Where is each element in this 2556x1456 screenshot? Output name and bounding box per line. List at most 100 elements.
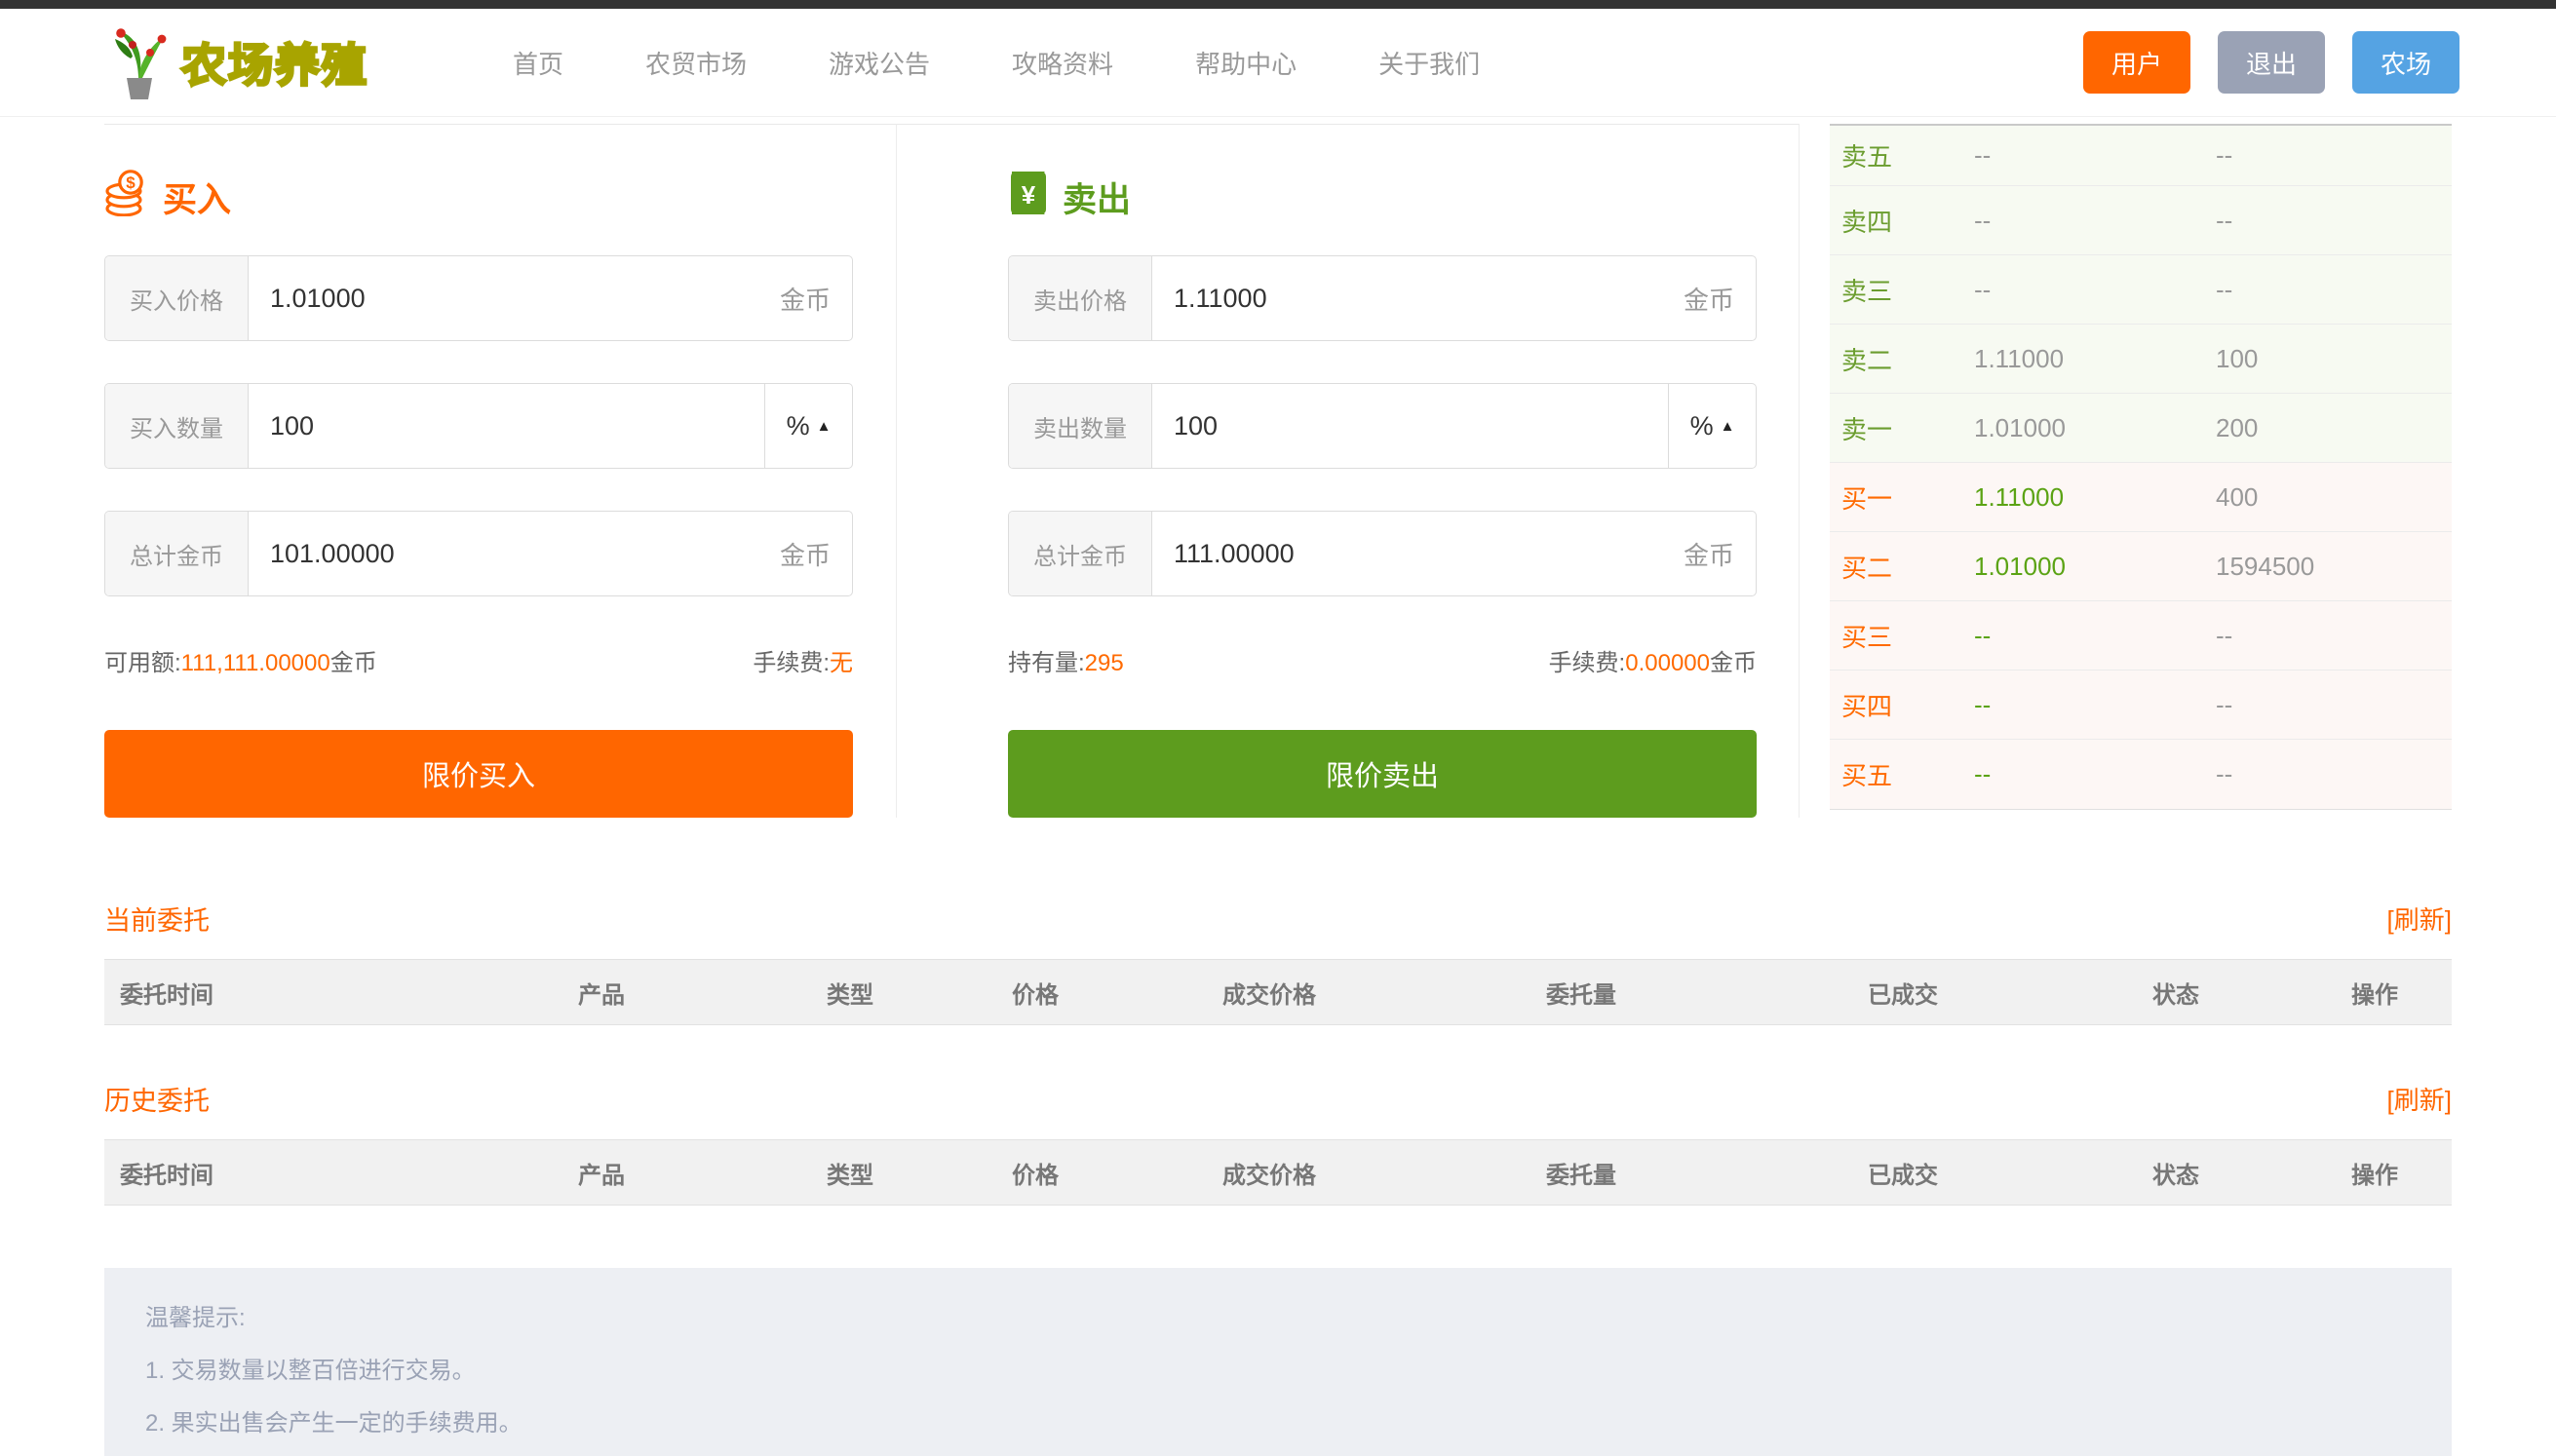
nav-item-help[interactable]: 帮助中心 <box>1195 45 1297 81</box>
percent-label: % <box>787 411 810 441</box>
col-order-time: 委托时间 <box>104 1140 445 1206</box>
col-filled: 已成交 <box>1752 960 2054 1025</box>
col-order-time: 委托时间 <box>104 960 445 1025</box>
buy-amount-row: 买入数量 % ▲ <box>104 383 853 469</box>
sell-price-unit: 金币 <box>1684 281 1734 317</box>
orderbook-row-buy4[interactable]: 买四 -- -- <box>1830 671 2452 740</box>
buy-percent-dropdown[interactable]: % ▲ <box>764 384 852 468</box>
sell-price-label: 卖出价格 <box>1009 256 1152 340</box>
history-orders-refresh-link[interactable]: [刷新] <box>2387 1081 2452 1117</box>
percent-label: % <box>1690 411 1714 441</box>
col-status: 状态 <box>2054 960 2298 1025</box>
col-order-qty: 委托量 <box>1411 960 1752 1025</box>
main-menu: 首页 农贸市场 游戏公告 攻略资料 帮助中心 关于我们 <box>513 45 1480 81</box>
top-navigation: 农场养殖 首页 农贸市场 游戏公告 攻略资料 帮助中心 关于我们 用户 退出 农… <box>0 9 2556 117</box>
nav-item-announcements[interactable]: 游戏公告 <box>829 45 930 81</box>
caret-up-icon: ▲ <box>817 418 832 435</box>
nav-item-market[interactable]: 农贸市场 <box>645 45 747 81</box>
buy-fee-value: 无 <box>830 650 853 676</box>
col-order-qty: 委托量 <box>1411 1140 1752 1206</box>
col-deal-price: 成交价格 <box>1128 960 1411 1025</box>
orderbook-row-buy1[interactable]: 买一 1.11000 400 <box>1830 463 2452 532</box>
sell-total-unit: 金币 <box>1684 536 1734 572</box>
orderbook-row-sell5[interactable]: 卖五 -- -- <box>1830 126 2452 186</box>
sell-panel: ¥ 卖出 卖出价格 金币 卖出数量 <box>897 124 1800 818</box>
orderbook-row-sell1[interactable]: 卖一 1.01000 200 <box>1830 394 2452 463</box>
holding-value: 295 <box>1085 650 1124 676</box>
yuan-badge-icon: ¥ <box>1008 170 1049 225</box>
sell-title-text: 卖出 <box>1063 172 1131 222</box>
window-top-strip <box>0 0 2556 9</box>
sell-info-line: 持有量:295 手续费:0.00000金币 <box>1008 643 1757 677</box>
buy-total-label: 总计金币 <box>105 512 249 595</box>
orderbook-row-buy3[interactable]: 买三 -- -- <box>1830 601 2452 671</box>
buy-fee: 手续费:无 <box>753 643 853 677</box>
limit-sell-button[interactable]: 限价卖出 <box>1008 730 1757 818</box>
sell-total-input[interactable] <box>1174 539 1672 569</box>
buy-price-label: 买入价格 <box>105 256 249 340</box>
col-product: 产品 <box>445 1140 757 1206</box>
logo-plant-icon <box>107 19 172 106</box>
orderbook-panel: 卖五 -- -- 卖四 -- -- 卖三 -- -- 卖二 1.11000 <box>1800 124 2452 818</box>
user-button[interactable]: 用户 <box>2083 31 2190 94</box>
nav-item-about[interactable]: 关于我们 <box>1378 45 1480 81</box>
col-filled: 已成交 <box>1752 1140 2054 1206</box>
history-orders-header: 历史委托 [刷新] <box>104 1080 2452 1118</box>
col-price: 价格 <box>943 960 1128 1025</box>
tips-line-2: 2. 果实出售会产生一定的手续费用。 <box>145 1412 2411 1436</box>
limit-buy-button[interactable]: 限价买入 <box>104 730 853 818</box>
orderbook-row-buy2[interactable]: 买二 1.01000 1594500 <box>1830 532 2452 601</box>
table-header-row: 委托时间 产品 类型 价格 成交价格 委托量 已成交 状态 操作 <box>104 960 2452 1025</box>
current-orders-header: 当前委托 [刷新] <box>104 900 2452 938</box>
sell-amount-row: 卖出数量 % ▲ <box>1008 383 1757 469</box>
orderbook-row-buy5[interactable]: 买五 -- -- <box>1830 740 2452 809</box>
tips-title: 温馨提示: <box>145 1307 2411 1330</box>
sell-percent-dropdown[interactable]: % ▲ <box>1668 384 1756 468</box>
sell-holding: 持有量:295 <box>1008 643 1124 677</box>
tips-line-1: 1. 交易数量以整百倍进行交易。 <box>145 1360 2411 1383</box>
col-type: 类型 <box>757 960 943 1025</box>
logo-text: 农场养殖 <box>181 30 368 95</box>
sell-price-input[interactable] <box>1174 284 1672 314</box>
orderbook: 卖五 -- -- 卖四 -- -- 卖三 -- -- 卖二 1.11000 <box>1830 124 2452 810</box>
site-logo[interactable]: 农场养殖 <box>107 19 368 106</box>
sell-section-title: ¥ 卖出 <box>1008 173 1757 220</box>
current-orders-table: 委托时间 产品 类型 价格 成交价格 委托量 已成交 状态 操作 <box>104 959 2452 1025</box>
buy-total-row: 总计金币 金币 <box>104 511 853 596</box>
orderbook-row-sell2[interactable]: 卖二 1.11000 100 <box>1830 325 2452 394</box>
buy-amount-input[interactable] <box>270 411 743 441</box>
col-price: 价格 <box>943 1140 1128 1206</box>
farm-button[interactable]: 农场 <box>2352 31 2459 94</box>
col-action: 操作 <box>2298 960 2452 1025</box>
current-orders-refresh-link[interactable]: [刷新] <box>2387 900 2452 937</box>
sell-fee: 手续费:0.00000金币 <box>1549 643 1757 677</box>
table-header-row: 委托时间 产品 类型 价格 成交价格 委托量 已成交 状态 操作 <box>104 1140 2452 1206</box>
available-value: 111,111.00000 <box>181 650 330 676</box>
svg-text:$: $ <box>126 172 136 191</box>
buy-amount-label: 买入数量 <box>105 384 249 468</box>
sell-fee-value: 0.00000 <box>1625 650 1710 676</box>
history-orders-table: 委托时间 产品 类型 价格 成交价格 委托量 已成交 状态 操作 <box>104 1139 2452 1206</box>
logout-button[interactable]: 退出 <box>2218 31 2325 94</box>
nav-item-guides[interactable]: 攻略资料 <box>1012 45 1113 81</box>
buy-title-text: 买入 <box>163 172 231 222</box>
sell-amount-input[interactable] <box>1174 411 1646 441</box>
buy-price-unit: 金币 <box>780 281 831 317</box>
sell-total-label: 总计金币 <box>1009 512 1152 595</box>
tips-box: 温馨提示: 1. 交易数量以整百倍进行交易。 2. 果实出售会产生一定的手续费用… <box>104 1268 2452 1456</box>
orderbook-row-sell4[interactable]: 卖四 -- -- <box>1830 186 2452 255</box>
svg-text:¥: ¥ <box>1022 180 1036 210</box>
caret-up-icon: ▲ <box>1721 418 1735 435</box>
col-deal-price: 成交价格 <box>1128 1140 1411 1206</box>
orderbook-row-sell3[interactable]: 卖三 -- -- <box>1830 255 2452 325</box>
buy-section-title: $ 买入 <box>104 173 853 220</box>
sell-amount-label: 卖出数量 <box>1009 384 1152 468</box>
buy-available: 可用额:111,111.00000金币 <box>104 643 377 677</box>
buy-total-input[interactable] <box>270 539 768 569</box>
buy-price-row: 买入价格 金币 <box>104 255 853 341</box>
buy-price-input[interactable] <box>270 284 768 314</box>
history-orders-title: 历史委托 <box>104 1080 210 1118</box>
current-orders-title: 当前委托 <box>104 900 210 938</box>
coins-stack-icon: $ <box>104 170 149 225</box>
nav-item-home[interactable]: 首页 <box>513 45 563 81</box>
